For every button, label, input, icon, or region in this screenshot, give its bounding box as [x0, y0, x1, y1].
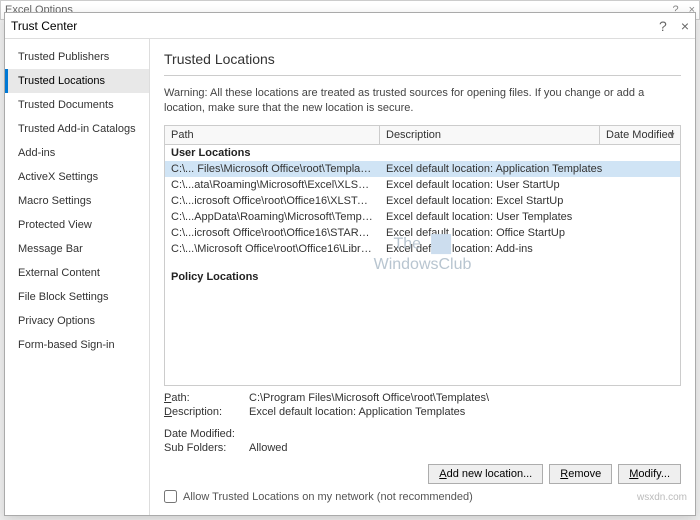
divider [164, 75, 681, 76]
sidebar-item-file-block-settings[interactable]: File Block Settings [5, 285, 149, 309]
col-header-description[interactable]: Description [380, 126, 600, 144]
cell-path: C:\...icrosoft Office\root\Office16\STAR… [165, 226, 380, 240]
cell-description: Excel default location: Application Temp… [380, 162, 680, 176]
detail-date-label: Date Modified: [164, 428, 249, 440]
trust-center-dialog: Trust Center ? × Trusted PublishersTrust… [4, 12, 696, 516]
detail-path-value: C:\Program Files\Microsoft Office\root\T… [249, 392, 489, 404]
modify-button[interactable]: Modify... [618, 464, 681, 484]
cell-path: C:\...AppData\Roaming\Microsoft\Template… [165, 210, 380, 224]
section-title: Trusted Locations [164, 51, 681, 67]
sidebar-item-activex-settings[interactable]: ActiveX Settings [5, 165, 149, 189]
table-row[interactable]: C:\...icrosoft Office\root\Office16\STAR… [165, 225, 680, 241]
sidebar-item-trusted-locations[interactable]: Trusted Locations [5, 69, 149, 93]
detail-desc-label: Description: [164, 406, 249, 418]
allow-network-checkbox-row[interactable]: Allow Trusted Locations on my network (n… [164, 490, 681, 503]
cell-path: C:\...ata\Roaming\Microsoft\Excel\XLSTAR… [165, 178, 380, 192]
locations-table: Path Description Date Modified ▼ User Lo… [164, 125, 681, 386]
col-header-date-modified[interactable]: Date Modified ▼ [600, 126, 680, 144]
sidebar-item-trusted-documents[interactable]: Trusted Documents [5, 93, 149, 117]
main-panel: Trusted Locations Warning: All these loc… [150, 39, 695, 515]
close-icon[interactable]: × [681, 18, 689, 34]
table-row[interactable]: C:\...\Microsoft Office\root\Office16\Li… [165, 241, 680, 257]
sidebar-item-privacy-options[interactable]: Privacy Options [5, 309, 149, 333]
cell-path: C:\...icrosoft Office\root\Office16\XLST… [165, 194, 380, 208]
sidebar-item-protected-view[interactable]: Protected View [5, 213, 149, 237]
allow-network-checkbox[interactable] [164, 490, 177, 503]
table-row[interactable]: C:\...icrosoft Office\root\Office16\XLST… [165, 193, 680, 209]
group-policy-locations: Policy Locations [165, 269, 680, 285]
col-header-path[interactable]: Path [165, 126, 380, 144]
sidebar: Trusted PublishersTrusted LocationsTrust… [5, 39, 150, 515]
cell-description: Excel default location: User Templates [380, 210, 680, 224]
dialog-titlebar: Trust Center ? × [5, 13, 695, 39]
group-user-locations: User Locations [165, 145, 680, 161]
chevron-down-icon: ▼ [668, 130, 676, 139]
table-row[interactable]: C:\... Files\Microsoft Office\root\Templ… [165, 161, 680, 177]
table-header: Path Description Date Modified ▼ [165, 126, 680, 145]
sidebar-item-external-content[interactable]: External Content [5, 261, 149, 285]
help-icon[interactable]: ? [659, 18, 667, 34]
sidebar-item-add-ins[interactable]: Add-ins [5, 141, 149, 165]
url-watermark: wsxdn.com [637, 492, 687, 503]
cell-path: C:\... Files\Microsoft Office\root\Templ… [165, 162, 380, 176]
dialog-title: Trust Center [11, 19, 77, 33]
warning-text: Warning: All these locations are treated… [164, 86, 681, 117]
cell-description: Excel default location: Office StartUp [380, 226, 680, 240]
details-panel: Path: C:\Program Files\Microsoft Office\… [164, 392, 681, 456]
allow-network-label: Allow Trusted Locations on my network (n… [183, 491, 473, 503]
sidebar-item-form-based-sign-in[interactable]: Form-based Sign-in [5, 333, 149, 357]
sidebar-item-message-bar[interactable]: Message Bar [5, 237, 149, 261]
cell-description: Excel default location: User StartUp [380, 178, 680, 192]
detail-desc-value: Excel default location: Application Temp… [249, 406, 465, 418]
sidebar-item-trusted-publishers[interactable]: Trusted Publishers [5, 45, 149, 69]
detail-path-label: Path: [164, 392, 249, 404]
detail-sub-label: Sub Folders: [164, 442, 249, 454]
remove-button[interactable]: Remove [549, 464, 612, 484]
sidebar-item-macro-settings[interactable]: Macro Settings [5, 189, 149, 213]
add-new-location-button[interactable]: Add new location... [428, 464, 543, 484]
detail-sub-value: Allowed [249, 442, 288, 454]
table-row[interactable]: C:\...ata\Roaming\Microsoft\Excel\XLSTAR… [165, 177, 680, 193]
button-row: Add new location... Remove Modify... [164, 464, 681, 484]
cell-description: Excel default location: Add-ins [380, 242, 680, 256]
table-body: User LocationsC:\... Files\Microsoft Off… [165, 145, 680, 385]
sidebar-item-trusted-add-in-catalogs[interactable]: Trusted Add-in Catalogs [5, 117, 149, 141]
table-row[interactable]: C:\...AppData\Roaming\Microsoft\Template… [165, 209, 680, 225]
cell-description: Excel default location: Excel StartUp [380, 194, 680, 208]
cell-path: C:\...\Microsoft Office\root\Office16\Li… [165, 242, 380, 256]
